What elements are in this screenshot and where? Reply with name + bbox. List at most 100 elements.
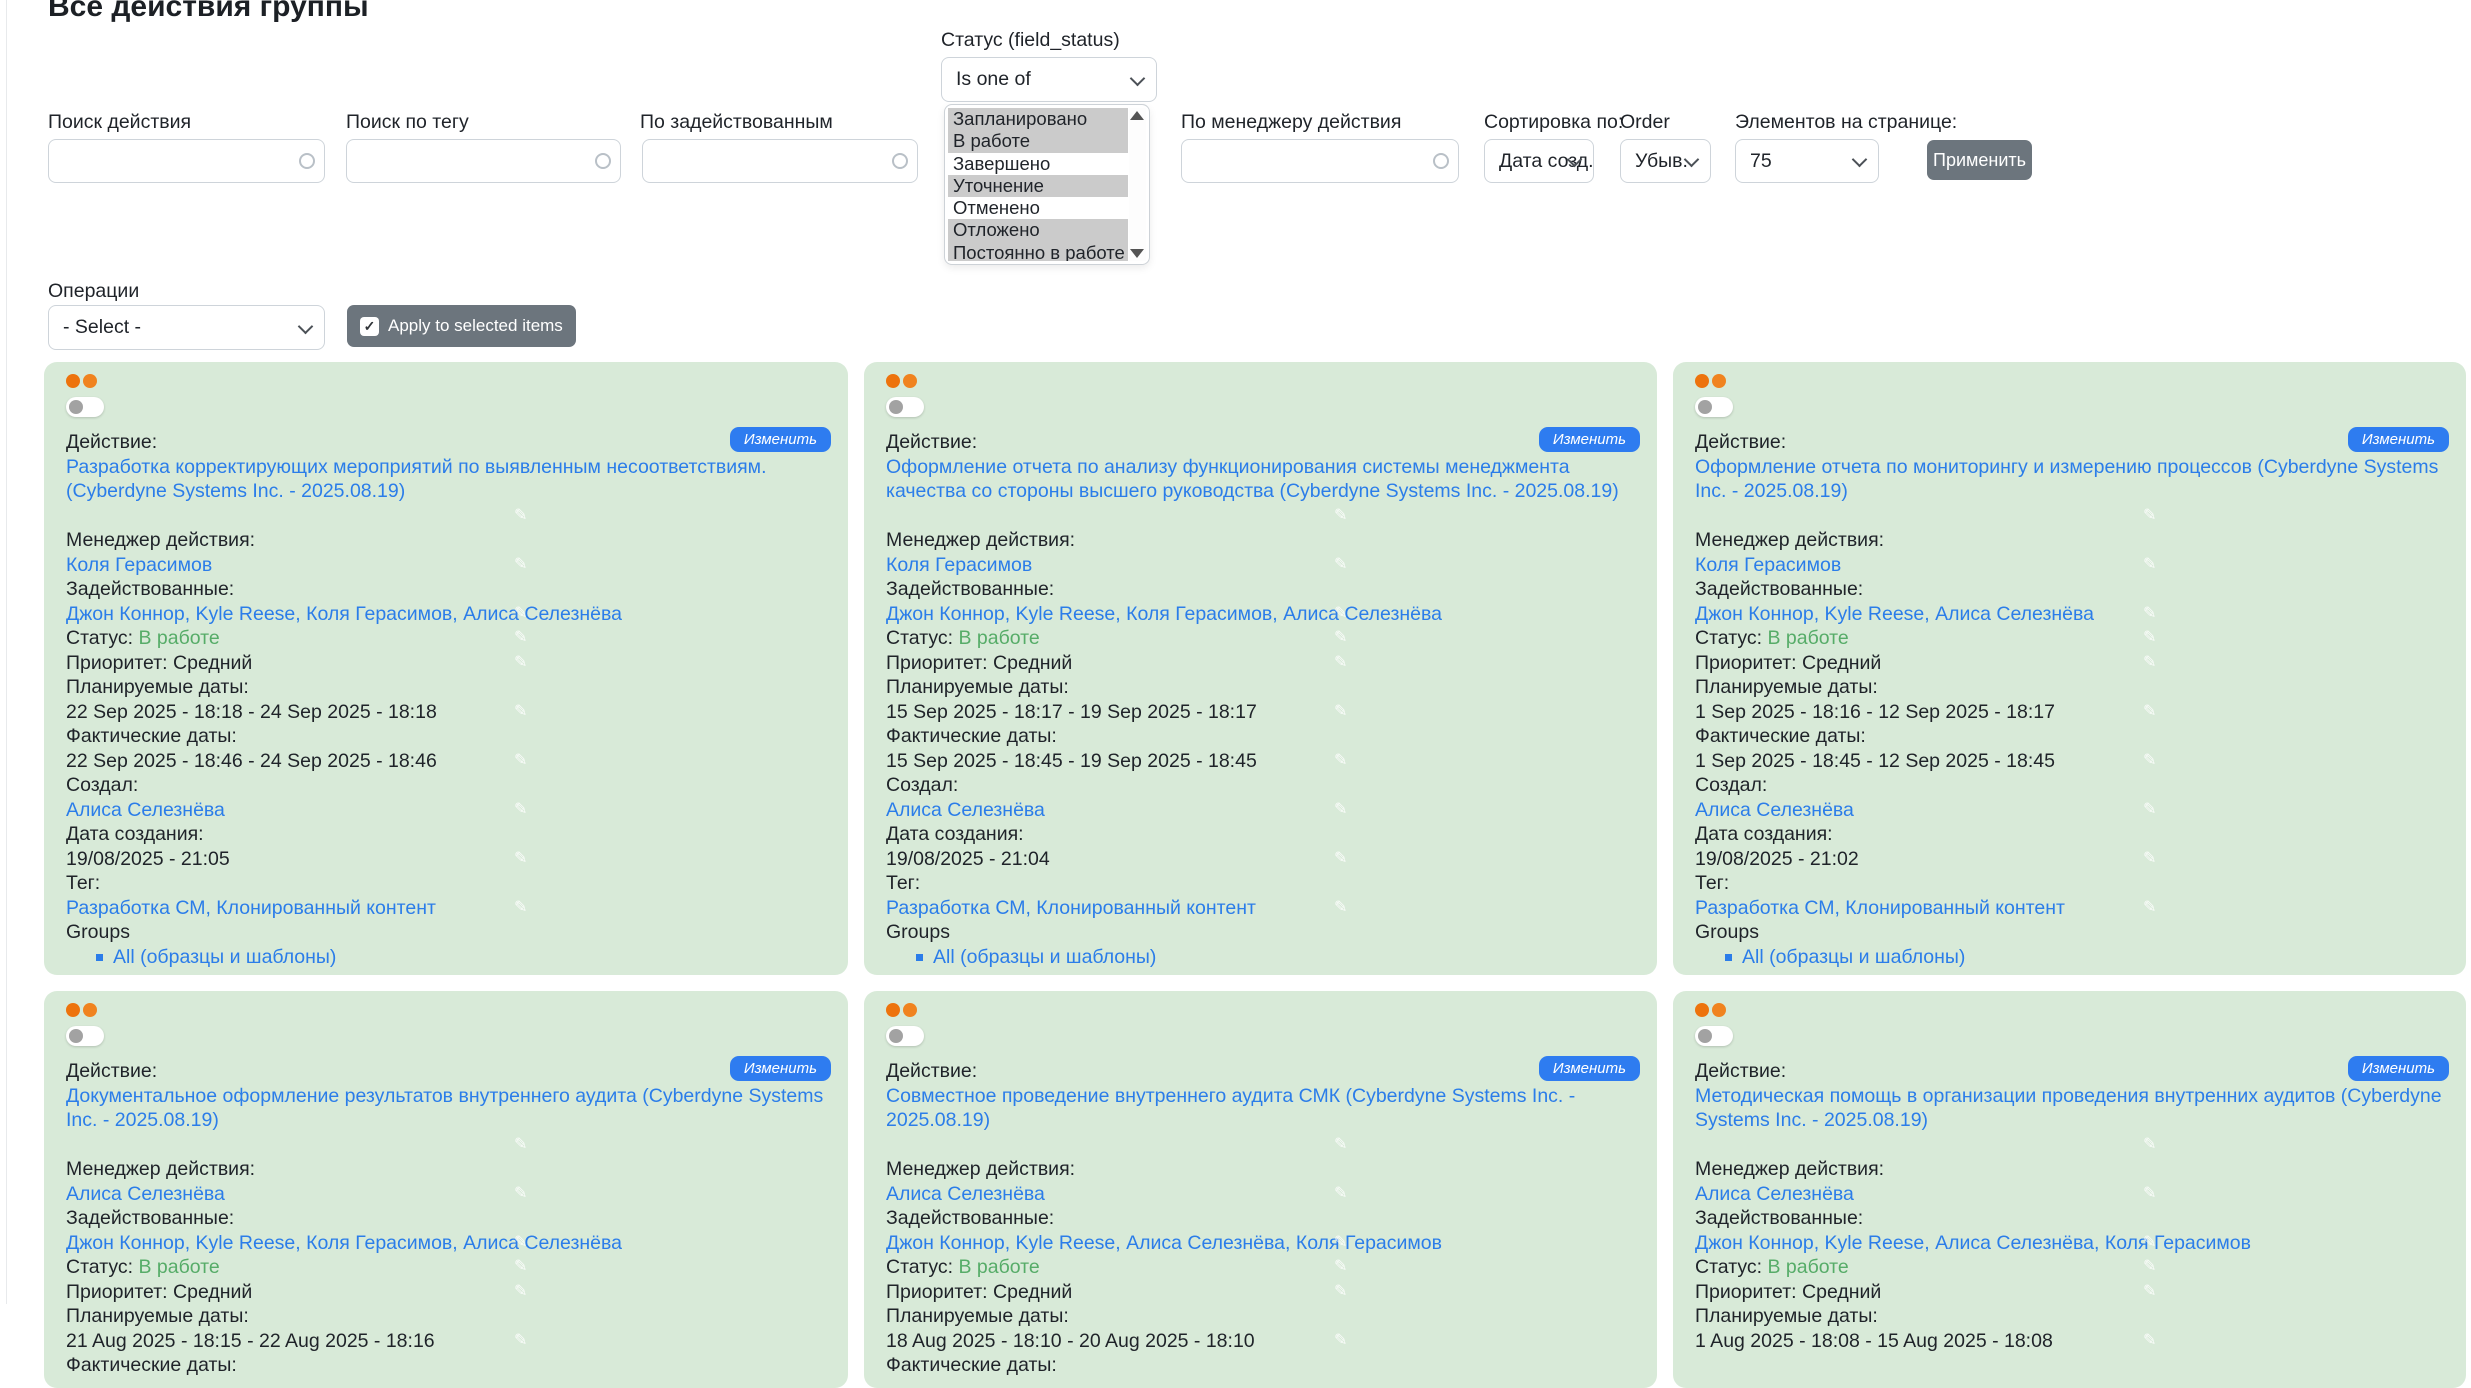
edit-button[interactable]: Изменить <box>1539 1056 1640 1081</box>
edit-pencil-icon[interactable]: ✎ <box>2143 506 2156 526</box>
edit-pencil-icon[interactable]: ✎ <box>2143 1184 2156 1204</box>
edit-pencil-icon[interactable]: ✎ <box>2143 1233 2156 1253</box>
manager-value[interactable]: Алиса Селезнёва✎ <box>886 1182 1639 1207</box>
edit-pencil-icon[interactable]: ✎ <box>1334 628 1347 648</box>
participants-value[interactable]: Джон Коннор, Kyle Reese, Коля Герасимов,… <box>886 602 1639 627</box>
edit-button[interactable]: Изменить <box>730 1056 831 1081</box>
edit-pencil-icon[interactable]: ✎ <box>1334 604 1347 624</box>
participants-value[interactable]: Джон Коннор, Kyle Reese, Коля Герасимов,… <box>66 1231 830 1256</box>
scroll-down-icon[interactable] <box>1130 249 1144 258</box>
drag-handle-dots[interactable] <box>886 1003 1639 1018</box>
edit-pencil-icon[interactable]: ✎ <box>2143 604 2156 624</box>
edit-pencil-icon[interactable]: ✎ <box>1334 1257 1347 1277</box>
tag-values[interactable]: Разработка СМ, Клонированный контент✎ <box>1695 896 2448 921</box>
status-option[interactable]: Завершено <box>948 153 1128 175</box>
participants-value[interactable]: Джон Коннор, Kyle Reese, Алиса Селезнёва… <box>1695 602 2448 627</box>
action-title-link[interactable]: Совместное проведение внутреннего аудита… <box>886 1084 1639 1133</box>
status-option[interactable]: Уточнение <box>948 175 1128 197</box>
drag-handle-dots[interactable] <box>66 1003 830 1018</box>
manager-value[interactable]: Алиса Селезнёва✎ <box>1695 1182 2448 1207</box>
created-by-value[interactable]: Алиса Селезнёва✎ <box>66 798 830 823</box>
select-toggle[interactable] <box>886 1026 924 1046</box>
group-link[interactable]: All (образцы и шаблоны) <box>933 946 1156 968</box>
search-action-input[interactable] <box>48 139 325 183</box>
edit-pencil-icon[interactable]: ✎ <box>1334 849 1347 869</box>
drag-handle-dots[interactable] <box>1695 1003 2448 1018</box>
select-toggle[interactable] <box>886 397 924 417</box>
edit-pencil-icon[interactable]: ✎ <box>514 1184 527 1204</box>
group-link[interactable]: All (образцы и шаблоны) <box>1742 946 1965 968</box>
edit-pencil-icon[interactable]: ✎ <box>1334 1135 1347 1155</box>
edit-pencil-icon[interactable]: ✎ <box>1334 555 1347 575</box>
manager-value[interactable]: Алиса Селезнёва✎ <box>66 1182 830 1207</box>
apply-button[interactable]: Применить <box>1927 140 2032 180</box>
manager-value[interactable]: Коля Герасимов✎ <box>886 553 1639 578</box>
edit-pencil-icon[interactable]: ✎ <box>2143 1331 2156 1351</box>
participants-value[interactable]: Джон Коннор, Kyle Reese, Алиса Селезнёва… <box>886 1231 1639 1256</box>
edit-pencil-icon[interactable]: ✎ <box>2143 1257 2156 1277</box>
status-option[interactable]: Постоянно в работе <box>948 242 1128 261</box>
sort-select[interactable]: Дата созд. <box>1484 139 1594 183</box>
manager-value[interactable]: Коля Герасимов✎ <box>1695 553 2448 578</box>
created-by-value[interactable]: Алиса Селезнёва✎ <box>886 798 1639 823</box>
edit-pencil-icon[interactable]: ✎ <box>1334 898 1347 918</box>
edit-pencil-icon[interactable]: ✎ <box>2143 849 2156 869</box>
action-title-link[interactable]: Документальное оформление результатов вн… <box>66 1084 830 1133</box>
edit-button[interactable]: Изменить <box>2348 427 2449 452</box>
drag-handle-dots[interactable] <box>886 374 1639 389</box>
edit-pencil-icon[interactable]: ✎ <box>514 898 527 918</box>
created-by-value[interactable]: Алиса Селезнёва✎ <box>1695 798 2448 823</box>
edit-pencil-icon[interactable]: ✎ <box>1334 1184 1347 1204</box>
edit-pencil-icon[interactable]: ✎ <box>514 555 527 575</box>
order-select[interactable]: Убыв. <box>1620 139 1711 183</box>
edit-pencil-icon[interactable]: ✎ <box>1334 751 1347 771</box>
edit-pencil-icon[interactable]: ✎ <box>514 653 527 673</box>
participants-value[interactable]: Джон Коннор, Kyle Reese, Алиса Селезнёва… <box>1695 1231 2448 1256</box>
select-toggle[interactable] <box>66 1026 104 1046</box>
scroll-up-icon[interactable] <box>1130 111 1144 120</box>
edit-pencil-icon[interactable]: ✎ <box>514 604 527 624</box>
operations-select[interactable]: - Select - <box>48 305 325 350</box>
edit-pencil-icon[interactable]: ✎ <box>2143 751 2156 771</box>
select-toggle[interactable] <box>1695 397 1733 417</box>
status-option[interactable]: В работе <box>948 130 1128 152</box>
edit-pencil-icon[interactable]: ✎ <box>2143 800 2156 820</box>
edit-pencil-icon[interactable]: ✎ <box>514 628 527 648</box>
tag-values[interactable]: Разработка СМ, Клонированный контент✎ <box>66 896 830 921</box>
edit-pencil-icon[interactable]: ✎ <box>1334 1282 1347 1302</box>
edit-pencil-icon[interactable]: ✎ <box>2143 1135 2156 1155</box>
search-tag-input[interactable] <box>346 139 621 183</box>
edit-button[interactable]: Изменить <box>730 427 831 452</box>
edit-pencil-icon[interactable]: ✎ <box>2143 702 2156 722</box>
edit-pencil-icon[interactable]: ✎ <box>1334 702 1347 722</box>
edit-pencil-icon[interactable]: ✎ <box>1334 506 1347 526</box>
action-title-link[interactable]: Методическая помощь в организации провед… <box>1695 1084 2448 1133</box>
edit-button[interactable]: Изменить <box>1539 427 1640 452</box>
edit-pencil-icon[interactable]: ✎ <box>514 751 527 771</box>
action-title-link[interactable]: Оформление отчета по анализу функциониро… <box>886 455 1639 504</box>
status-option[interactable]: Отложено <box>948 219 1128 241</box>
manager-value[interactable]: Коля Герасимов✎ <box>66 553 830 578</box>
edit-pencil-icon[interactable]: ✎ <box>514 800 527 820</box>
status-option[interactable]: Запланировано <box>948 108 1128 130</box>
participants-input[interactable] <box>642 139 918 183</box>
edit-pencil-icon[interactable]: ✎ <box>2143 1282 2156 1302</box>
status-listbox[interactable]: ЗапланированоВ работеЗавершеноУточнение О… <box>944 104 1150 265</box>
edit-button[interactable]: Изменить <box>2348 1056 2449 1081</box>
edit-pencil-icon[interactable]: ✎ <box>1334 653 1347 673</box>
edit-pencil-icon[interactable]: ✎ <box>514 1233 527 1253</box>
participants-value[interactable]: Джон Коннор, Kyle Reese, Коля Герасимов,… <box>66 602 830 627</box>
edit-pencil-icon[interactable]: ✎ <box>514 849 527 869</box>
tag-values[interactable]: Разработка СМ, Клонированный контент✎ <box>886 896 1639 921</box>
edit-pencil-icon[interactable]: ✎ <box>1334 1233 1347 1253</box>
drag-handle-dots[interactable] <box>1695 374 2448 389</box>
edit-pencil-icon[interactable]: ✎ <box>1334 800 1347 820</box>
edit-pencil-icon[interactable]: ✎ <box>514 1331 527 1351</box>
edit-pencil-icon[interactable]: ✎ <box>514 1135 527 1155</box>
edit-pencil-icon[interactable]: ✎ <box>2143 628 2156 648</box>
action-title-link[interactable]: Оформление отчета по мониторингу и измер… <box>1695 455 2448 504</box>
select-toggle[interactable] <box>66 397 104 417</box>
edit-pencil-icon[interactable]: ✎ <box>514 506 527 526</box>
status-operator-select[interactable]: Is one of <box>941 57 1157 102</box>
select-toggle[interactable] <box>1695 1026 1733 1046</box>
